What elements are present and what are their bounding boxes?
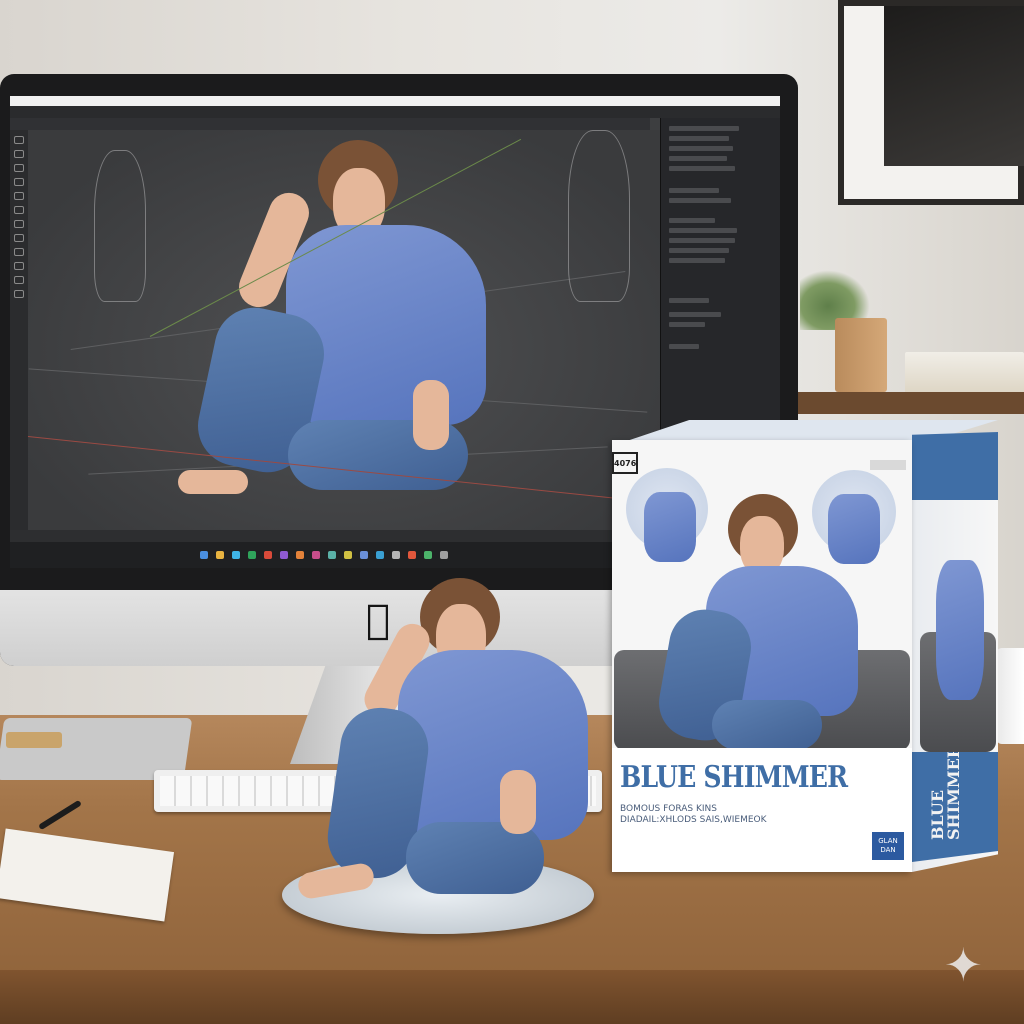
box-subtitle-line-1: BOMOUS FORAS KINS (620, 804, 717, 814)
properties-row[interactable] (669, 258, 725, 263)
tool-palette[interactable] (10, 130, 28, 530)
app-title-bar (10, 96, 780, 106)
properties-row[interactable] (669, 344, 699, 349)
figurine-hand (500, 770, 536, 834)
taskbar-app-icon[interactable] (376, 551, 384, 559)
taskbar-app-icon[interactable] (328, 551, 336, 559)
outliner-row[interactable] (669, 198, 731, 203)
outliner-row[interactable] (669, 188, 719, 193)
box-figure-jeans-folded (712, 700, 822, 750)
taskbar-app-icon[interactable] (216, 551, 224, 559)
properties-row[interactable] (669, 322, 705, 327)
outliner-row[interactable] (669, 126, 739, 131)
rotate-tool-icon[interactable] (14, 164, 24, 172)
properties-row[interactable] (669, 218, 715, 223)
taskbar-app-icon[interactable] (392, 551, 400, 559)
annotate-tool-icon[interactable] (14, 206, 24, 214)
box-age-badge (870, 460, 906, 470)
box-side-figure (936, 560, 984, 700)
transform-tool-icon[interactable] (14, 192, 24, 200)
outliner-row[interactable] (669, 166, 735, 171)
box-subtitle: BOMOUS FORAS KINS DIADAIL:XHLODS SAIS,WI… (620, 804, 810, 826)
box-mini-figure-right (828, 494, 880, 564)
properties-row[interactable] (669, 248, 729, 253)
box-brand-line-2: DAN (880, 846, 896, 854)
loop-tool-icon[interactable] (14, 276, 24, 284)
apple-logo-icon:  (366, 600, 390, 640)
brush-tool-icon[interactable] (14, 248, 24, 256)
properties-row[interactable] (669, 298, 709, 303)
app-toolbar[interactable] (10, 118, 650, 130)
properties-row[interactable] (669, 238, 735, 243)
properties-row[interactable] (669, 312, 721, 317)
taskbar-app-icon[interactable] (408, 551, 416, 559)
shelf-books (905, 352, 1024, 394)
app-menu-bar[interactable] (10, 106, 780, 118)
taskbar-app-icon[interactable] (360, 551, 368, 559)
app-status-bar (10, 530, 660, 542)
taskbar-app-icon[interactable] (424, 551, 432, 559)
sparkle-icon: ✦ (944, 938, 983, 992)
plant-pot (835, 318, 887, 392)
taskbar-app-icon[interactable] (344, 551, 352, 559)
box-corner-logo: 4076 (612, 452, 638, 474)
taskbar-app-icon[interactable] (312, 551, 320, 559)
box-brand-line-1: GLAN (878, 837, 898, 845)
move-tool-icon[interactable] (14, 150, 24, 158)
wall-shelf (798, 392, 1024, 414)
box-title: BLUE SHIMMER (620, 760, 848, 795)
scale-tool-icon[interactable] (14, 178, 24, 186)
box-side-title: BLUE SHIMMER (928, 744, 963, 840)
extrude-tool-icon[interactable] (14, 290, 24, 298)
taskbar-app-icon[interactable] (248, 551, 256, 559)
properties-row[interactable] (669, 228, 737, 233)
model-foot (178, 470, 248, 494)
taskbar-app-icon[interactable] (200, 551, 208, 559)
knife-tool-icon[interactable] (14, 262, 24, 270)
model-hand (413, 380, 449, 450)
taskbar-app-icon[interactable] (232, 551, 240, 559)
wireframe-figure-right[interactable] (568, 130, 630, 302)
select-tool-icon[interactable] (14, 136, 24, 144)
desk-edge (0, 970, 1024, 1024)
taskbar-app-icon[interactable] (440, 551, 448, 559)
wireframe-figure-left[interactable] (94, 150, 146, 302)
box-side-band-top (912, 432, 998, 500)
box-subtitle-line-2: DIADAIL:XHLODS SAIS,WIEMEOK (620, 815, 767, 825)
outliner-row[interactable] (669, 156, 727, 161)
taskbar-app-icon[interactable] (264, 551, 272, 559)
box-brand-logo: GLAN DAN (872, 832, 904, 860)
box-mini-figure-left (644, 492, 696, 562)
snack-on-tablet (6, 732, 62, 748)
cursor-tool-icon[interactable] (14, 234, 24, 242)
measure-tool-icon[interactable] (14, 220, 24, 228)
outliner-row[interactable] (669, 146, 733, 151)
white-mug (996, 648, 1024, 744)
outliner-row[interactable] (669, 136, 729, 141)
taskbar-app-icon[interactable] (280, 551, 288, 559)
taskbar-app-icon[interactable] (296, 551, 304, 559)
wall-picture-frame (838, 0, 1024, 205)
